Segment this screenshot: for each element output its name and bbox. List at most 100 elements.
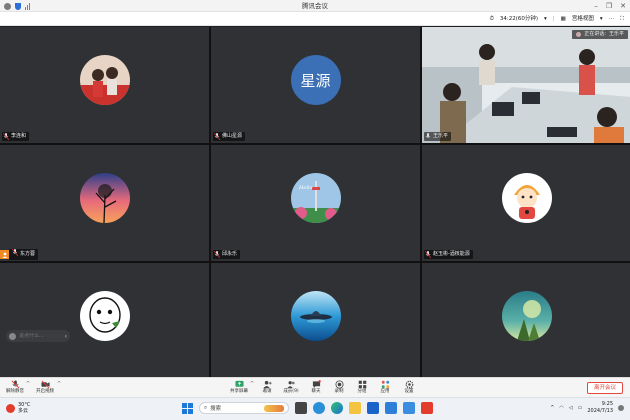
participant-tile-active[interactable]: 正在讲话: 王乐平 王乐平 <box>422 27 630 143</box>
chat-button[interactable]: 聊天 <box>305 379 327 395</box>
participant-text-avatar: 星源 <box>290 55 341 105</box>
divider: | <box>552 16 555 22</box>
video-button[interactable]: 开启视频 <box>34 379 56 395</box>
participant-tile[interactable]: Hello 邱永乐 <box>211 145 420 261</box>
mute-button[interactable]: 解除静音 <box>4 379 26 395</box>
search-highlight-icon <box>264 404 284 412</box>
mic-muted-icon <box>10 379 20 389</box>
record-button[interactable]: 录制 <box>328 379 350 395</box>
members-label: 成员(9) <box>283 389 299 394</box>
share-screen-icon <box>234 379 244 389</box>
emoji-icon[interactable] <box>9 332 16 340</box>
name-tag: 赵玉彬-酒核能源 <box>424 250 473 259</box>
clock[interactable]: 9:25 2024/7/13 <box>587 401 613 415</box>
maximize-button[interactable]: ❐ <box>606 0 612 12</box>
mic-muted-icon <box>213 250 221 259</box>
participant-name: 佛山星源 <box>222 133 243 139</box>
os-taskbar: 30°C 多云 ⌕ 搜索 ^ ◠ ◁ ▭ 9:25 2024/7/13 <box>0 397 630 420</box>
share-screen-button[interactable]: 共享屏幕 <box>228 379 250 395</box>
windows-start-icon[interactable] <box>182 402 193 414</box>
settings-button[interactable]: 设置 <box>398 379 420 395</box>
weather-icon <box>6 403 15 413</box>
members-button[interactable]: 成员(9) <box>280 379 302 395</box>
meeting-app: 腾讯会议 – ❐ ✕ ⏱ 34:22(60分钟) ▾ | ▦ 宫格视图 ▾ ⋯ … <box>0 0 630 420</box>
speaking-indicator: 正在讲话: 王乐平 <box>572 30 628 39</box>
mail-icon[interactable] <box>367 402 379 414</box>
system-tray: ^ ◠ ◁ ▭ 9:25 2024/7/13 <box>550 401 624 415</box>
video-grid: 李连和 星源 佛山星源 正在讲话: 王乐平 王乐平 东方蓉 Hello 邱永乐 … <box>0 27 630 379</box>
mic-muted-icon <box>11 248 19 260</box>
participant-tile[interactable]: ‹ <box>0 263 209 379</box>
participant-avatar <box>79 173 130 223</box>
apps-button[interactable]: 应用 <box>374 379 396 395</box>
window-title: 腾讯会议 <box>302 2 328 10</box>
weather-widget[interactable]: 30°C 多云 <box>6 402 30 414</box>
share-label: 共享屏幕 <box>230 389 248 394</box>
edge-browser-icon[interactable] <box>331 402 343 414</box>
title-bar: 腾讯会议 – ❐ ✕ <box>0 0 630 12</box>
chevron-up-icon[interactable]: ^ <box>250 381 254 387</box>
record-label: 录制 <box>334 389 344 394</box>
participant-avatar <box>502 291 552 341</box>
participant-name: 东方蓉 <box>20 251 36 257</box>
participant-tile[interactable]: 李连和 <box>0 27 209 143</box>
chat-quick-input[interactable]: ‹ <box>6 330 70 342</box>
leave-meeting-button[interactable]: 离开会议 <box>587 382 623 394</box>
participant-avatar <box>290 291 341 341</box>
close-button[interactable]: ✕ <box>620 0 626 12</box>
chevron-down-icon[interactable]: ▾ <box>600 14 603 24</box>
add-user-icon <box>262 379 272 389</box>
participant-tile[interactable]: 赵玉彬-酒核能源 <box>422 145 630 261</box>
taskbar-search[interactable]: ⌕ 搜索 <box>199 402 289 414</box>
widgets-icon[interactable] <box>313 402 325 414</box>
grid-view-icon[interactable]: ▦ <box>561 14 566 24</box>
chevron-up-icon[interactable]: ^ <box>57 381 61 387</box>
members-icon <box>286 379 296 389</box>
breakout-label: 分组 <box>357 389 367 394</box>
apps-icon <box>380 379 390 389</box>
more-icon[interactable]: ⋯ <box>609 14 615 24</box>
minimize-button[interactable]: – <box>594 0 598 12</box>
participant-tile[interactable]: 星源 佛山星源 <box>211 27 420 143</box>
clock-time: 9:25 <box>601 401 613 407</box>
wifi-icon[interactable]: ◠ <box>559 405 563 411</box>
gear-icon <box>404 379 414 389</box>
meeting-app-icon[interactable] <box>403 402 415 414</box>
volume-icon[interactable]: ◁ <box>569 405 573 411</box>
camera-off-icon <box>40 379 50 389</box>
participant-name: 邱永乐 <box>222 251 238 257</box>
battery-icon[interactable]: ▭ <box>578 405 583 411</box>
chat-label: 聊天 <box>311 389 321 394</box>
record-icon <box>334 379 344 389</box>
invite-button[interactable]: 邀请 <box>256 379 278 395</box>
task-view-icon[interactable] <box>295 402 307 414</box>
participant-avatar <box>79 291 130 341</box>
speaking-label: 正在讲话: <box>584 31 606 37</box>
weather-desc: 多云 <box>18 408 29 414</box>
wps-icon[interactable] <box>421 402 433 414</box>
chevron-down-icon[interactable]: ▾ <box>544 14 547 24</box>
file-explorer-icon[interactable] <box>349 402 361 414</box>
breakout-button[interactable]: 分组 <box>351 379 373 395</box>
participant-tile[interactable] <box>211 263 420 379</box>
meeting-timer: 34:22(60分钟) <box>499 16 539 22</box>
participant-tile[interactable] <box>422 263 630 379</box>
participant-name: 王乐平 <box>433 133 449 139</box>
clock-date: 2024/7/13 <box>587 408 613 414</box>
chevron-up-icon[interactable]: ^ <box>26 381 30 387</box>
participant-tile[interactable]: 东方蓉 <box>0 145 209 261</box>
view-switch-button[interactable]: 宫格视图 <box>572 14 594 24</box>
invite-label: 邀请 <box>262 389 272 394</box>
participant-name: 赵玉彬-酒核能源 <box>433 251 470 257</box>
store-icon[interactable] <box>385 402 397 414</box>
settings-label: 设置 <box>404 389 414 394</box>
chat-input[interactable] <box>19 333 59 339</box>
speaking-name: 王乐平 <box>608 31 624 37</box>
fullscreen-icon[interactable]: ⛶ <box>620 14 624 24</box>
collapse-icon[interactable]: ‹ <box>65 333 67 340</box>
participant-avatar <box>79 55 130 105</box>
chevron-up-icon[interactable]: ^ <box>550 405 554 411</box>
search-icon: ⌕ <box>204 404 208 411</box>
mic-muted-icon <box>424 250 432 259</box>
notification-icon[interactable] <box>618 405 624 411</box>
